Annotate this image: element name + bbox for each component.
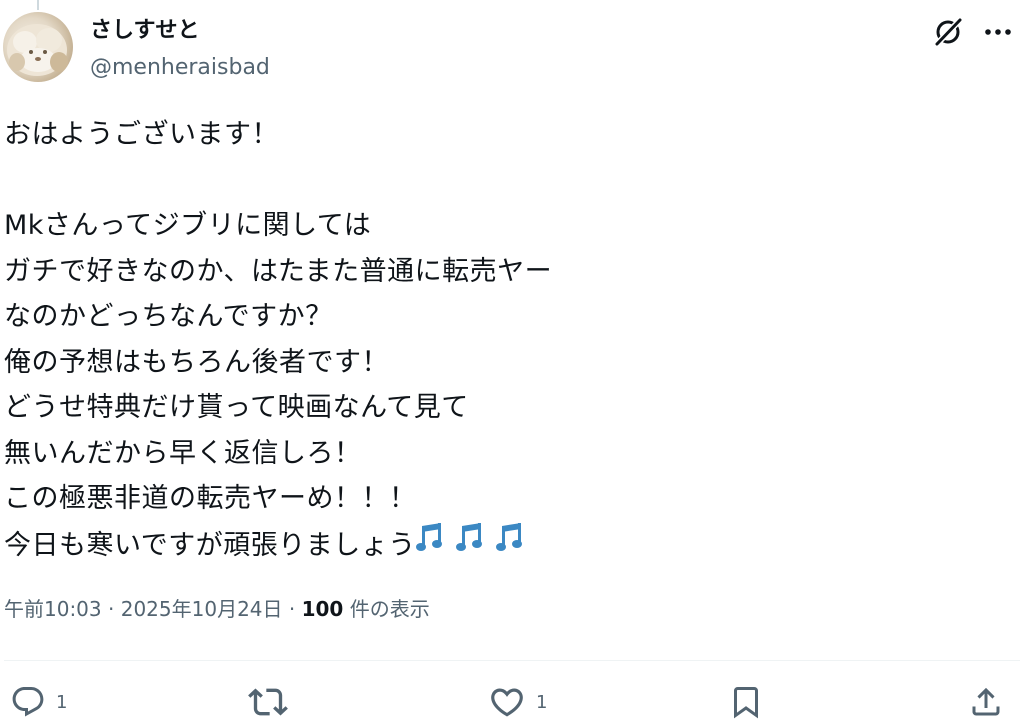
dog-avatar-icon [7, 24, 68, 76]
views-count[interactable]: 100 [302, 597, 344, 621]
bookmark-button[interactable] [728, 680, 764, 724]
share-button[interactable] [968, 680, 1004, 724]
tweet-line: 俺の予想はもちろん後者です！ [4, 346, 389, 378]
meta-separator: · [108, 597, 115, 621]
reply-count: 1 [56, 691, 68, 713]
tweet-timestamp[interactable]: 午前10:03 · 2025年10月24日 [4, 597, 283, 621]
tweet-line: 無いんだから早く返信しろ！ [4, 437, 362, 469]
tweet-line-last-text: 今日も寒いですが頑張りましょう [4, 529, 416, 561]
tweet-line: どうせ特典だけ貰って映画なんて見て [4, 392, 469, 423]
grok-button[interactable] [930, 14, 966, 50]
tweet-line: Mkさんってジブリに関しては [4, 210, 372, 241]
like-button[interactable]: 1 [488, 680, 547, 724]
reply-button[interactable]: 1 [10, 680, 67, 724]
like-count: 1 [536, 691, 548, 713]
reply-icon [12, 687, 44, 717]
more-options-button[interactable] [978, 14, 1018, 50]
tweet-meta: 午前10:03 · 2025年10月24日 · 100 件の表示 [4, 594, 430, 624]
retweet-button[interactable] [248, 680, 288, 724]
meta-separator: · [288, 597, 296, 621]
thread-connector-line [37, 0, 39, 10]
tweet-line: なのかどっちなんですか？ [4, 301, 333, 332]
retweet-icon [248, 688, 288, 716]
more-icon [985, 29, 1011, 35]
divider [4, 660, 1020, 661]
tweet-line: おはようございます！ [4, 119, 279, 150]
share-icon [972, 687, 1000, 716]
tweet-date: 2025年10月24日 [120, 597, 283, 621]
heart-icon [491, 688, 523, 717]
author-display-name[interactable]: さしすせと [90, 16, 200, 46]
tweet-line: この極悪非道の転売ヤーめ！！！ [4, 483, 417, 514]
author-handle[interactable]: @menheraisbad [90, 53, 270, 83]
bookmark-icon [734, 687, 758, 719]
avatar[interactable] [3, 12, 73, 82]
tweet-line: ガチで好きなのか、はたまた普通に転売ヤー [4, 255, 553, 287]
tweet-line-last: 今日も寒いですが頑張りましょう [4, 522, 1004, 568]
grok-icon [935, 18, 962, 46]
tweet-text: おはようございます！ Mkさんってジブリに関しては ガチで好きなのか、はたまた普… [4, 112, 1004, 567]
views-label: 件の表示 [343, 597, 430, 621]
musical-notes-emoji-icon [415, 522, 532, 571]
tweet-time: 午前10:03 [4, 597, 102, 621]
